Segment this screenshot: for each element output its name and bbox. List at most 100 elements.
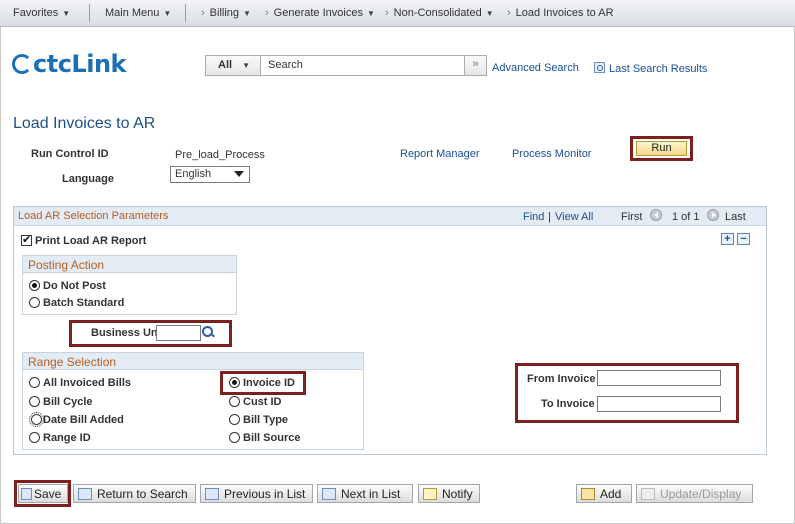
add-row-button[interactable]: + <box>721 233 734 245</box>
logo-text: ctcLink <box>33 50 127 78</box>
delete-row-button[interactable]: − <box>737 233 750 245</box>
radio-cust-id[interactable] <box>229 396 240 407</box>
run-control-value: Pre_load_Process <box>175 149 265 161</box>
print-report-checkbox[interactable] <box>21 233 32 246</box>
group-title: Load AR Selection Parameters <box>18 210 169 222</box>
logo-swirl-icon <box>12 54 32 74</box>
nav-divider: | <box>548 211 551 223</box>
chevron-down-icon: ▼ <box>163 9 172 18</box>
next-list-icon <box>322 488 336 500</box>
previous-list-icon <box>205 488 219 500</box>
process-monitor-link[interactable]: Process Monitor <box>512 148 591 160</box>
notify-label: Notify <box>442 487 473 501</box>
search-results-icon <box>594 62 605 73</box>
breadcrumb-generate-invoices[interactable]: › Generate Invoices ▼ <box>265 7 375 19</box>
cust-id-label: Cust ID <box>243 396 282 408</box>
notify-button[interactable]: Notify <box>418 484 480 503</box>
chevron-right-icon: › <box>201 7 205 19</box>
from-invoice-input[interactable] <box>597 370 721 386</box>
group-header: Load AR Selection Parameters Find | View… <box>14 207 766 226</box>
last-label: Last <box>725 211 746 223</box>
chevron-down-icon: ▼ <box>485 9 494 18</box>
add-button[interactable]: Add <box>576 484 632 503</box>
breadcrumb-label: Load Invoices to AR <box>515 7 614 19</box>
favorites-label: Favorites <box>13 7 59 19</box>
chevron-right-icon: › <box>265 7 269 19</box>
ctclink-logo: ctcLink <box>12 50 127 78</box>
previous-in-list-button[interactable]: Previous in List <box>200 484 313 503</box>
update-display-icon <box>641 488 655 500</box>
main-menu-label: Main Menu <box>105 7 160 19</box>
bill-cycle-label: Bill Cycle <box>43 396 93 408</box>
to-invoice-label: To Invoice <box>541 398 595 410</box>
save-button[interactable]: Save <box>18 484 68 503</box>
radio-all-invoiced-bills[interactable] <box>29 377 40 388</box>
radio-bill-cycle[interactable] <box>29 396 40 407</box>
print-report-label: Print Load AR Report <box>35 235 147 247</box>
main-menu[interactable]: Main Menu ▼ <box>105 7 171 19</box>
breadcrumb-label: Generate Invoices <box>273 7 363 19</box>
language-label: Language <box>62 173 114 185</box>
chevron-down-icon: ▼ <box>242 61 250 70</box>
next-icon <box>707 209 719 221</box>
add-label: Add <box>600 487 622 501</box>
search-bar: All ▼ » <box>205 55 487 76</box>
nav-divider <box>185 4 186 22</box>
lookup-search-icon[interactable] <box>202 326 214 338</box>
range-selection-title: Range Selection <box>23 353 363 370</box>
add-icon <box>581 488 595 500</box>
chevron-down-icon: ▼ <box>62 9 71 18</box>
row-count: 1 of 1 <box>672 211 700 223</box>
chevron-right-icon: › <box>507 7 511 19</box>
view-all-link[interactable]: View All <box>555 211 593 223</box>
advanced-search-link[interactable]: Advanced Search <box>492 62 579 74</box>
return-to-search-label: Return to Search <box>97 487 188 501</box>
posting-action-title: Posting Action <box>23 256 236 273</box>
breadcrumb-load-invoices[interactable]: › Load Invoices to AR <box>507 7 614 19</box>
search-scope-select[interactable]: All ▼ <box>206 56 261 75</box>
find-link[interactable]: Find <box>523 211 544 223</box>
radio-do-not-post[interactable] <box>29 280 40 291</box>
radio-batch-standard[interactable] <box>29 297 40 308</box>
bill-source-label: Bill Source <box>243 432 301 444</box>
range-id-label: Range ID <box>43 432 91 444</box>
previous-row-button[interactable] <box>646 209 666 222</box>
radio-bill-source[interactable] <box>229 432 240 443</box>
update-display-button[interactable]: Update/Display <box>636 484 753 503</box>
breadcrumb-non-consolidated[interactable]: › Non-Consolidated ▼ <box>385 7 494 19</box>
run-button[interactable]: Run <box>636 141 687 156</box>
favorites-menu[interactable]: Favorites ▼ <box>13 7 70 19</box>
bill-type-label: Bill Type <box>243 414 289 426</box>
return-to-search-button[interactable]: Return to Search <box>73 484 196 503</box>
next-in-list-label: Next in List <box>341 487 401 501</box>
next-in-list-button[interactable]: Next in List <box>317 484 413 503</box>
previous-icon <box>650 209 662 221</box>
radio-date-bill-added[interactable] <box>29 412 44 427</box>
to-invoice-input[interactable] <box>597 396 721 412</box>
language-select[interactable]: English <box>170 166 250 183</box>
next-row-button[interactable] <box>703 209 723 222</box>
first-label: First <box>621 211 643 223</box>
batch-standard-label: Batch Standard <box>43 297 125 309</box>
chevron-down-icon: ▼ <box>243 9 251 18</box>
search-go-button[interactable]: » <box>464 56 486 75</box>
radio-range-id[interactable] <box>29 432 40 443</box>
chevron-right-icon: › <box>385 7 389 19</box>
breadcrumb-label: Non-Consolidated <box>393 7 482 19</box>
business-unit-label: Business Unit <box>91 327 165 339</box>
radio-bill-type[interactable] <box>229 414 240 425</box>
radio-invoice-id[interactable] <box>229 377 240 388</box>
update-display-label: Update/Display <box>660 487 742 501</box>
do-not-post-label: Do Not Post <box>43 280 106 292</box>
search-input[interactable] <box>268 59 458 71</box>
breadcrumb-billing[interactable]: › Billing ▼ <box>201 7 251 19</box>
chevron-down-icon: ▼ <box>366 9 375 18</box>
chevron-down-icon <box>234 171 244 177</box>
nav-bar: Favorites ▼ Main Menu ▼ › Billing ▼ › Generat… <box>0 0 795 27</box>
last-search-results-link[interactable]: Last Search Results <box>594 62 707 75</box>
notify-icon <box>423 488 437 500</box>
nav-divider <box>89 4 90 22</box>
previous-in-list-label: Previous in List <box>224 487 306 501</box>
report-manager-link[interactable]: Report Manager <box>400 148 480 160</box>
business-unit-input[interactable] <box>156 325 201 341</box>
